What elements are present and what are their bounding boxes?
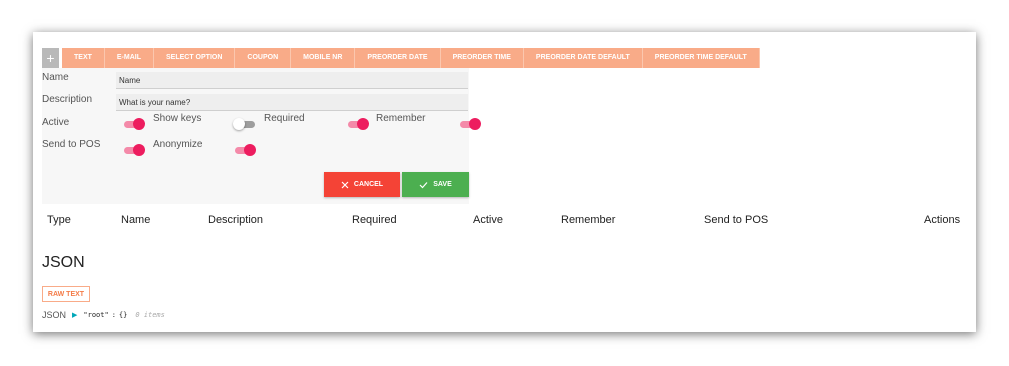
tab-text[interactable]: TEXT [62,48,105,68]
cancel-button-label: CANCEL [353,181,384,188]
caret-right-icon[interactable]: ▶ [72,311,77,319]
field-type-tabs: + TEXT E-MAIL SELECT OPTION COUPON MOBIL… [42,48,760,68]
cancel-button[interactable]: CANCEL [324,172,400,197]
description-label: Description [42,94,93,105]
check-icon [419,181,428,188]
required-label: Required [264,113,305,124]
json-separator: : [111,311,116,319]
raw-text-button[interactable]: RAW TEXT [42,286,90,302]
column-header-send-to-pos: Send to POS [704,214,769,226]
toggle-knob [133,144,145,156]
form-builder-card: + TEXT E-MAIL SELECT OPTION COUPON MOBIL… [33,32,976,332]
remember-label: Remember [376,113,426,124]
toggle-knob [357,118,369,130]
anonymize-toggle[interactable] [233,143,257,157]
column-header-description: Description [208,214,264,226]
tab-mobile-nr[interactable]: MOBILE NR [291,48,356,68]
tab-preorder-time-default[interactable]: PREORDER TIME DEFAULT [642,48,760,68]
column-header-type: Type [47,214,71,226]
json-section-title: JSON [42,254,85,271]
show-keys-toggle[interactable] [233,117,257,131]
required-toggle[interactable] [346,117,370,131]
toggle-knob [469,118,481,130]
json-item-count: 0 items [135,311,165,319]
column-header-remember: Remember [561,214,616,226]
json-root-key: "root" [83,311,109,319]
active-toggle[interactable] [122,117,146,131]
column-header-active: Active [473,214,503,226]
tab-email[interactable]: E-MAIL [104,48,154,68]
save-button[interactable]: SAVE [402,172,469,197]
name-label: Name [42,72,69,83]
toggle-knob [244,144,256,156]
name-input[interactable] [116,72,468,89]
show-keys-label: Show keys [153,113,202,124]
anonymize-label: Anonymize [153,139,203,150]
tab-coupon[interactable]: COUPON [235,48,292,68]
tab-select-option[interactable]: SELECT OPTION [154,48,236,68]
tab-preorder-date-default[interactable]: PREORDER DATE DEFAULT [523,48,643,68]
tab-preorder-date[interactable]: PREORDER DATE [355,48,441,68]
toggle-knob [133,118,145,130]
json-viewer: JSON ▶ "root" : {} 0 items [42,310,165,320]
close-icon [341,181,349,188]
toggle-knob [233,118,245,130]
add-field-button[interactable]: + [42,48,59,68]
tab-preorder-time[interactable]: PREORDER TIME [440,48,524,68]
remember-toggle[interactable] [458,117,482,131]
description-input[interactable] [116,94,468,111]
column-header-required: Required [352,214,397,226]
column-header-actions: Actions [924,214,961,226]
send-to-pos-label: Send to POS [42,139,101,150]
column-header-name: Name [121,214,151,226]
json-braces: {} [118,311,128,319]
json-viewer-label: JSON [42,310,67,320]
active-label: Active [42,117,70,128]
send-to-pos-toggle[interactable] [122,143,146,157]
save-button-label: SAVE [433,181,452,188]
